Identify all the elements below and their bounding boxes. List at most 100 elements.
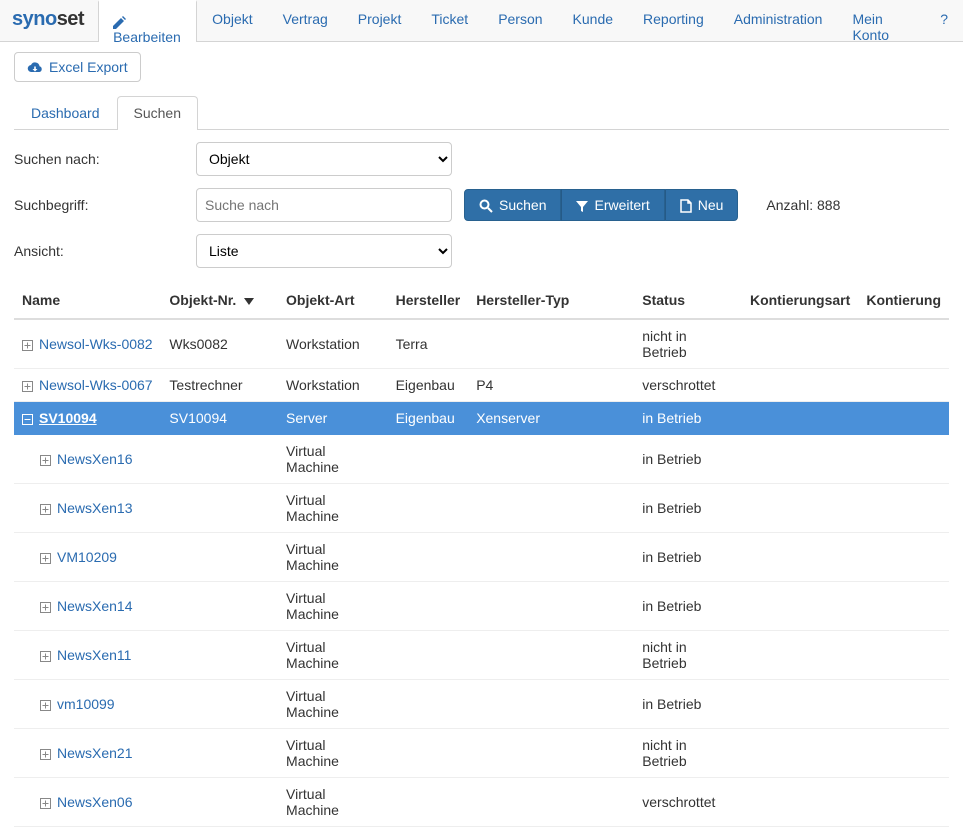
expand-icon[interactable] (40, 451, 51, 467)
cell-hersteller: Terra (388, 319, 469, 369)
table-row[interactable]: NewsXen14 Virtual Machine in Betrieb (14, 582, 949, 631)
brand-logo: synoset (0, 0, 98, 41)
expand-icon[interactable] (40, 794, 51, 810)
col-name[interactable]: Name (14, 282, 161, 319)
row-name-link[interactable]: Newsol-Wks-0067 (39, 377, 153, 393)
excel-export-button[interactable]: Excel Export (14, 52, 141, 82)
cell-objekt-nr (161, 435, 278, 484)
col-kontierung[interactable]: Kontierung (858, 282, 949, 319)
brand-part1: syno (12, 8, 57, 30)
results-table: Name Objekt-Nr. Objekt-Art Hersteller He… (14, 282, 949, 827)
table-row[interactable]: NewsXen11 Virtual Machine nicht in Betri… (14, 631, 949, 680)
nav-item--[interactable]: ? (925, 0, 963, 41)
row-name-link[interactable]: NewsXen06 (57, 794, 133, 810)
erweitert-button-label: Erweitert (594, 197, 649, 213)
col-objekt-nr[interactable]: Objekt-Nr. (161, 282, 278, 319)
table-row[interactable]: NewsXen06 Virtual Machine verschrottet (14, 778, 949, 827)
col-kontierungsart[interactable]: Kontierungsart (742, 282, 858, 319)
table-row[interactable]: VM10209 Virtual Machine in Betrieb (14, 533, 949, 582)
ansicht-select[interactable]: Liste (196, 234, 452, 268)
collapse-icon[interactable] (22, 410, 33, 426)
cell-objekt-nr: Testrechner (161, 369, 278, 402)
table-row[interactable]: Newsol-Wks-0067 Testrechner Workstation … (14, 369, 949, 402)
cell-objekt-nr (161, 484, 278, 533)
nav-item-bearbeiten[interactable]: Bearbeiten (98, 0, 197, 42)
cell-hersteller (388, 729, 469, 778)
suchen-button[interactable]: Suchen (464, 189, 561, 221)
row-name-link[interactable]: VM10209 (57, 549, 117, 565)
cell-kontierung (858, 631, 949, 680)
nav-item-objekt[interactable]: Objekt (197, 0, 267, 41)
row-name-link[interactable]: NewsXen13 (57, 500, 133, 516)
table-row[interactable]: vm10099 Virtual Machine in Betrieb (14, 680, 949, 729)
nav-item-reporting[interactable]: Reporting (628, 0, 719, 41)
expand-icon[interactable] (40, 500, 51, 516)
erweitert-button[interactable]: Erweitert (561, 189, 664, 221)
nav-item-administration[interactable]: Administration (719, 0, 838, 41)
subtab-dashboard[interactable]: Dashboard (14, 96, 117, 129)
row-name-link[interactable]: NewsXen16 (57, 451, 133, 467)
row-name-link[interactable]: NewsXen21 (57, 745, 133, 761)
nav-item-ticket[interactable]: Ticket (416, 0, 483, 41)
suchen-nach-select[interactable]: Objekt (196, 142, 452, 176)
row-name-link[interactable]: SV10094 (39, 410, 97, 426)
nav-item-mein-konto[interactable]: Mein Konto (837, 0, 925, 41)
cell-objekt-art: Virtual Machine (278, 484, 388, 533)
row-name-link[interactable]: vm10099 (57, 696, 115, 712)
table-row[interactable]: NewsXen13 Virtual Machine in Betrieb (14, 484, 949, 533)
cell-hersteller-typ: P4 (468, 369, 634, 402)
col-status[interactable]: Status (634, 282, 742, 319)
subtab-suchen[interactable]: Suchen (117, 96, 198, 130)
cell-hersteller-typ (468, 582, 634, 631)
nav-item-projekt[interactable]: Projekt (343, 0, 417, 41)
cell-hersteller (388, 484, 469, 533)
cell-kontierung (858, 533, 949, 582)
cell-status: in Betrieb (634, 533, 742, 582)
expand-icon[interactable] (40, 598, 51, 614)
table-row[interactable]: NewsXen21 Virtual Machine nicht in Betri… (14, 729, 949, 778)
nav-item-label: Vertrag (283, 11, 328, 27)
row-name-link[interactable]: NewsXen14 (57, 598, 133, 614)
cell-objekt-nr: SV10094 (161, 402, 278, 435)
col-hersteller-typ[interactable]: Hersteller-Typ (468, 282, 634, 319)
cell-hersteller-typ (468, 319, 634, 369)
nav-item-label: Reporting (643, 11, 704, 27)
cell-hersteller-typ: Xenserver (468, 402, 634, 435)
cell-status: nicht in Betrieb (634, 729, 742, 778)
expand-icon[interactable] (22, 377, 33, 393)
expand-icon[interactable] (40, 696, 51, 712)
nav-item-kunde[interactable]: Kunde (558, 0, 628, 41)
nav-item-vertrag[interactable]: Vertrag (268, 0, 343, 41)
brand-part2: set (57, 8, 84, 30)
result-count: Anzahl: 888 (766, 197, 840, 213)
cell-kontierungsart (742, 319, 858, 369)
cell-kontierungsart (742, 582, 858, 631)
excel-export-label: Excel Export (49, 59, 128, 75)
table-row[interactable]: Newsol-Wks-0082 Wks0082 Workstation Terr… (14, 319, 949, 369)
expand-icon[interactable] (40, 549, 51, 565)
neu-button[interactable]: Neu (665, 189, 739, 221)
table-row[interactable]: SV10094 SV10094 Server Eigenbau Xenserve… (14, 402, 949, 435)
expand-icon[interactable] (40, 745, 51, 761)
expand-icon[interactable] (40, 647, 51, 663)
table-row[interactable]: NewsXen16 Virtual Machine in Betrieb (14, 435, 949, 484)
row-name-link[interactable]: NewsXen11 (57, 647, 131, 663)
cell-objekt-art: Workstation (278, 369, 388, 402)
neu-button-label: Neu (698, 197, 724, 213)
top-nav: synoset Bearbeiten Objekt Vertrag ProjektTi… (0, 0, 963, 42)
cell-kontierung (858, 319, 949, 369)
suchbegriff-input[interactable] (196, 188, 452, 222)
cell-hersteller (388, 778, 469, 827)
col-hersteller[interactable]: Hersteller (388, 282, 469, 319)
col-objekt-art[interactable]: Objekt-Art (278, 282, 388, 319)
row-name-link[interactable]: Newsol-Wks-0082 (39, 336, 153, 352)
nav-item-label: Bearbeiten (113, 29, 181, 45)
expand-icon[interactable] (22, 336, 33, 352)
cell-kontierung (858, 484, 949, 533)
cell-hersteller (388, 582, 469, 631)
nav-item-person[interactable]: Person (483, 0, 557, 41)
cell-objekt-art: Virtual Machine (278, 582, 388, 631)
cell-kontierung (858, 729, 949, 778)
cell-kontierungsart (742, 729, 858, 778)
cell-kontierung (858, 435, 949, 484)
